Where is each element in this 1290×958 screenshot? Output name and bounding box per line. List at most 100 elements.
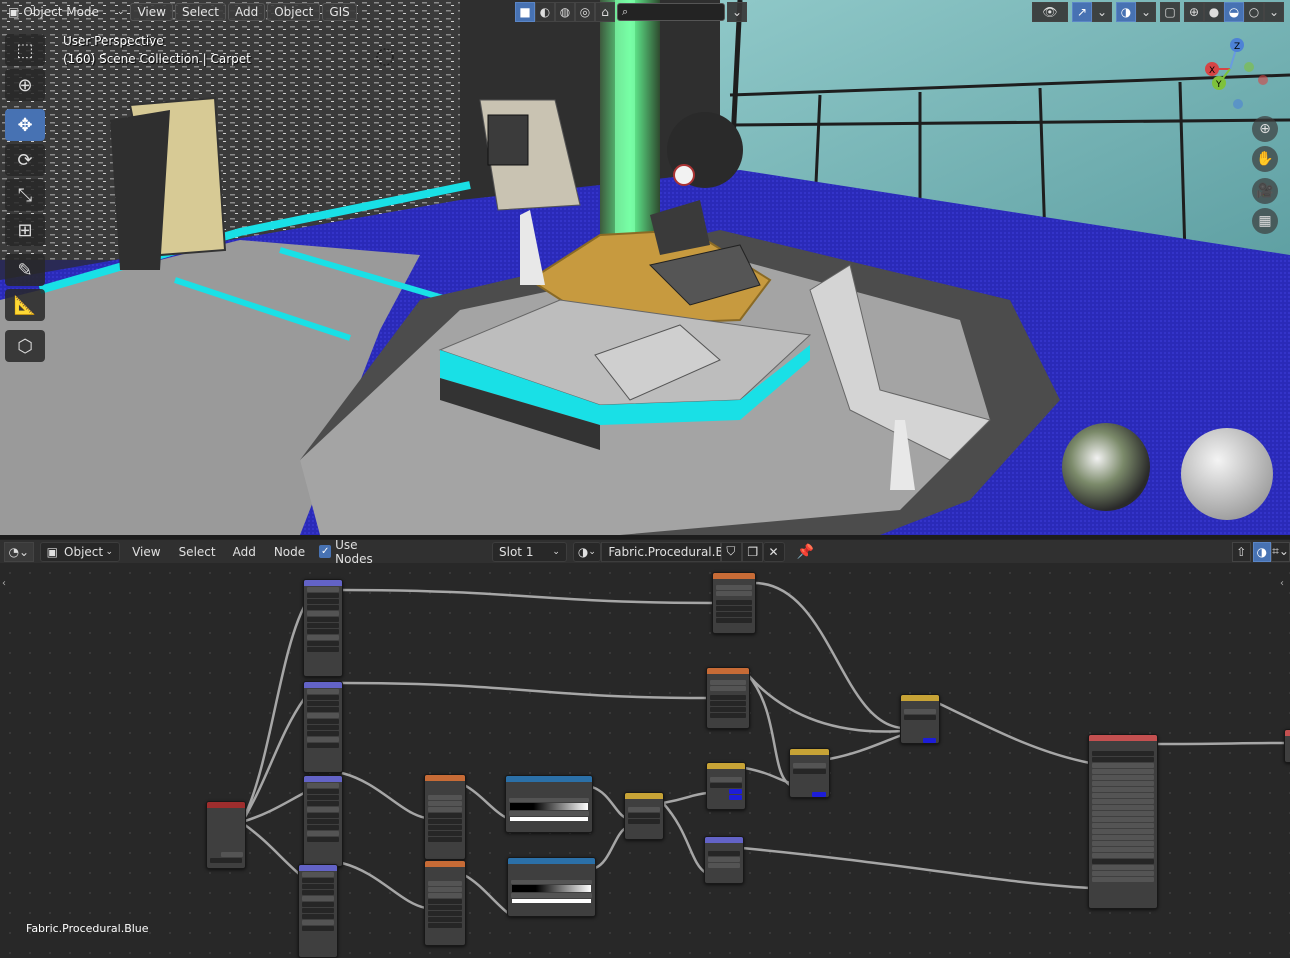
node-field[interactable]: [1092, 793, 1154, 798]
zoom-icon[interactable]: ⊕: [1252, 116, 1278, 142]
node-field[interactable]: [428, 807, 462, 812]
node-field[interactable]: [307, 623, 339, 628]
node-field[interactable]: [1092, 853, 1154, 858]
node-field[interactable]: [307, 719, 339, 724]
node-principled-bsdf[interactable]: [1088, 734, 1158, 909]
node-field[interactable]: [307, 819, 339, 824]
use-nodes-checkbox[interactable]: ✓: [319, 545, 332, 558]
node-field[interactable]: [1092, 817, 1154, 822]
node-wave-texture[interactable]: [424, 774, 466, 860]
node-field[interactable]: [716, 618, 752, 623]
node-field[interactable]: [1092, 763, 1154, 768]
node-field[interactable]: [307, 593, 339, 598]
node-field[interactable]: [428, 795, 462, 800]
node-field[interactable]: [302, 914, 334, 919]
node-multiply[interactable]: [706, 762, 746, 810]
menu-object[interactable]: Object: [267, 3, 321, 21]
node-field[interactable]: [307, 795, 339, 800]
move-tool-icon[interactable]: ✥: [5, 109, 45, 141]
node-field[interactable]: [302, 908, 334, 913]
gizmo-dropdown-icon[interactable]: ⌄: [1092, 2, 1112, 22]
node-field[interactable]: [428, 887, 462, 892]
node-multiply[interactable]: [900, 694, 940, 744]
overlay-dropdown-icon[interactable]: ⌄: [1136, 2, 1156, 22]
search-field[interactable]: ⌕: [617, 3, 725, 21]
node-field[interactable]: [210, 858, 242, 863]
axis-gizmo[interactable]: Z X Y: [1195, 34, 1275, 114]
node-field[interactable]: [628, 807, 660, 812]
material-browse-button[interactable]: ◑ ⌄: [572, 541, 602, 562]
node-field[interactable]: [307, 707, 339, 712]
node-field[interactable]: [1092, 787, 1154, 792]
node-field[interactable]: [1092, 829, 1154, 834]
node-field[interactable]: [1092, 775, 1154, 780]
node-mapping[interactable]: [303, 579, 343, 677]
material-name-field[interactable]: Fabric.Procedural.Bl...: [601, 541, 738, 562]
node-menu-view[interactable]: View: [132, 545, 160, 559]
menu-select[interactable]: Select: [174, 3, 226, 21]
menu-gis[interactable]: GIS: [322, 3, 357, 21]
node-field[interactable]: [1092, 769, 1154, 774]
node-field[interactable]: [1092, 805, 1154, 810]
node-field[interactable]: [1092, 859, 1154, 864]
node-field[interactable]: [307, 801, 339, 806]
node-color-ramp[interactable]: [505, 775, 593, 833]
parent-node-icon[interactable]: ⇧: [1231, 541, 1251, 562]
node-field[interactable]: [1092, 877, 1154, 882]
annotate-tool-icon[interactable]: ✎: [5, 254, 45, 286]
shading-mode-icon[interactable]: ◐: [535, 2, 555, 22]
gizmo-icon[interactable]: ↗: [1072, 2, 1092, 22]
node-field[interactable]: [710, 686, 746, 691]
node-field[interactable]: [302, 872, 334, 877]
measure-tool-icon[interactable]: 📐: [5, 289, 45, 321]
xray-icon[interactable]: ▢: [1160, 2, 1180, 22]
node-field[interactable]: [710, 695, 746, 700]
node-menu-select[interactable]: Select: [179, 545, 216, 559]
3d-viewport[interactable]: ▣ Object Mode ⌄ View Select Add Object G…: [0, 0, 1290, 535]
node-field[interactable]: [302, 902, 334, 907]
node-field[interactable]: [716, 585, 752, 590]
node-field[interactable]: [1092, 871, 1154, 876]
overlay-icon[interactable]: ◑: [1116, 2, 1136, 22]
material-icon[interactable]: ◍: [555, 2, 575, 22]
node-field[interactable]: [307, 635, 339, 640]
node-field[interactable]: [710, 701, 746, 706]
sidebar-expand-icon[interactable]: ‹: [1280, 578, 1284, 589]
node-field[interactable]: [307, 725, 339, 730]
node-field[interactable]: [307, 825, 339, 830]
wireframe-shading-icon[interactable]: ⊕: [1184, 2, 1204, 22]
node-field[interactable]: [302, 884, 334, 889]
node-field[interactable]: [1092, 823, 1154, 828]
node-field[interactable]: [511, 893, 592, 898]
node-mix[interactable]: [624, 792, 664, 840]
node-color-ramp[interactable]: [507, 857, 596, 917]
slot-selector[interactable]: Slot 1 ⌄: [492, 541, 567, 562]
color-swatch[interactable]: [923, 738, 936, 743]
node-field[interactable]: [428, 837, 462, 842]
node-field[interactable]: [307, 641, 339, 646]
node-field[interactable]: [710, 680, 746, 685]
node-field[interactable]: [716, 591, 752, 596]
snap-icon[interactable]: ⌗⌄: [1271, 541, 1290, 562]
node-field[interactable]: [716, 606, 752, 611]
node-field[interactable]: [511, 880, 592, 884]
node-mapping[interactable]: [298, 864, 338, 958]
node-mix[interactable]: [789, 748, 830, 798]
object-context-selector[interactable]: ▣ Object ⌄: [39, 541, 121, 562]
pan-hand-icon[interactable]: ✋: [1252, 146, 1278, 172]
menu-add[interactable]: Add: [228, 3, 266, 21]
color-swatch[interactable]: [812, 792, 826, 797]
node-field[interactable]: [428, 819, 462, 824]
editor-type-icon[interactable]: ◔⌄: [4, 541, 34, 562]
node-mapping[interactable]: [303, 681, 343, 773]
color-swatch[interactable]: [729, 795, 742, 800]
color-ramp-gradient[interactable]: [510, 803, 588, 810]
node-field[interactable]: [710, 783, 742, 788]
node-field[interactable]: [1092, 835, 1154, 840]
node-field[interactable]: [428, 813, 462, 818]
node-field[interactable]: [307, 617, 339, 622]
node-field[interactable]: [628, 819, 660, 824]
node-field[interactable]: [708, 857, 740, 862]
node-field[interactable]: [307, 587, 339, 592]
solid-shading-icon[interactable]: ●: [1204, 2, 1224, 22]
